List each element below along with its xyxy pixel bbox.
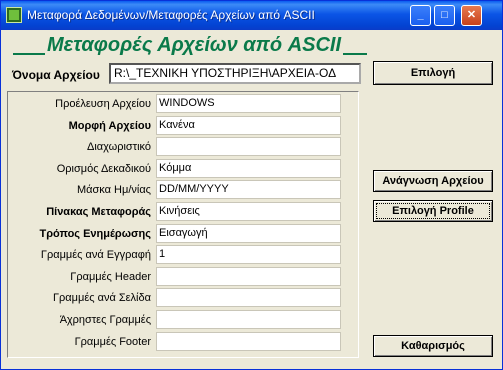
minimize-icon: _ [417,9,424,21]
field-input[interactable] [156,332,341,351]
select-profile-button[interactable]: Επιλογή Profile [373,200,493,222]
window-title: Μεταφορά Δεδομένων/Μεταφορές Αρχείων από… [27,8,315,22]
field-label: Γραμμές ανά Εγγραφή [40,249,151,261]
field-label: Τρόπος Ενημέρωσης [39,228,151,240]
field-label: Διαχωριστικό [87,141,151,153]
title-bar[interactable]: Μεταφορά Δεδομένων/Μεταφορές Αρχείων από… [1,1,502,30]
close-icon: ✕ [466,9,477,21]
page-banner: Μεταφορές Αρχείων από ASCII [13,34,367,57]
maximize-icon: □ [441,9,448,21]
maximize-button[interactable]: □ [434,5,455,26]
field-input[interactable]: Κόμμα [156,159,341,178]
page-title: Μεταφορές Αρχείων από ASCII [45,34,344,57]
field-input[interactable]: Κινήσεις [156,202,341,221]
field-label: Γραμμές Header [70,271,151,283]
file-name-input[interactable]: R:\_ΤΕΧΝΙΚΗ ΥΠΟΣΤΗΡΙΞΗ\ΑΡΧΕΙΑ-ΟΔ [109,63,361,84]
field-label: Μάσκα Ημ/νίας [76,184,151,196]
app-icon [6,7,22,23]
field-input[interactable]: Εισαγωγή [156,224,341,243]
main-window: Μεταφορά Δεδομένων/Μεταφορές Αρχείων από… [0,0,503,370]
field-input[interactable] [156,267,341,286]
minimize-button[interactable]: _ [410,5,431,26]
select-button[interactable]: Επιλογή [373,61,493,85]
file-name-label: Όνομα Αρχείου [12,68,100,82]
clear-button[interactable]: Καθαρισμός [373,335,493,357]
field-label: Προέλευση Αρχείου [55,98,151,110]
field-label: Άχρηστες Γραμμές [59,314,151,326]
field-input[interactable] [156,137,341,156]
field-label: Γραμμές Footer [74,336,151,348]
field-label: Γραμμές ανά Σελίδα [52,292,151,304]
field-input[interactable]: WINDOWS [156,94,341,113]
field-label: Μορφή Αρχείου [68,120,151,132]
field-input[interactable]: DD/MM/YYYY [156,180,341,199]
field-label: Ορισμός Δεκαδικού [56,163,151,175]
field-input[interactable]: 1 [156,245,341,264]
field-input[interactable] [156,310,341,329]
field-input[interactable]: Κανένα [156,116,341,135]
read-file-button[interactable]: Ανάγνωση Αρχείου [373,170,493,192]
field-input[interactable] [156,288,341,307]
close-button[interactable]: ✕ [461,5,482,26]
field-label: Πίνακας Μεταφοράς [46,206,151,218]
